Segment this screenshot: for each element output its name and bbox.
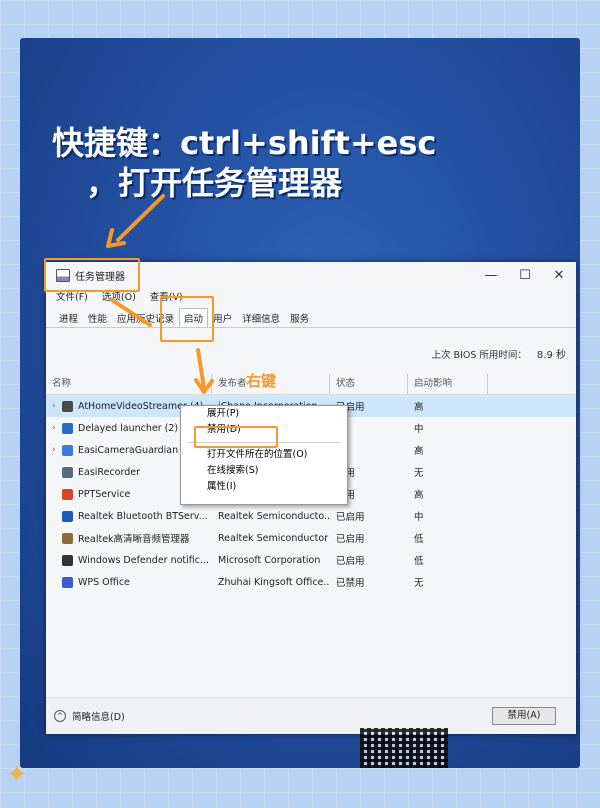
sparkle-icon: ✦ — [6, 760, 28, 790]
qr-code — [360, 728, 448, 768]
arrow-to-tab — [110, 298, 152, 327]
annotation-arrows — [106, 194, 214, 394]
arrow-to-title — [116, 194, 165, 242]
